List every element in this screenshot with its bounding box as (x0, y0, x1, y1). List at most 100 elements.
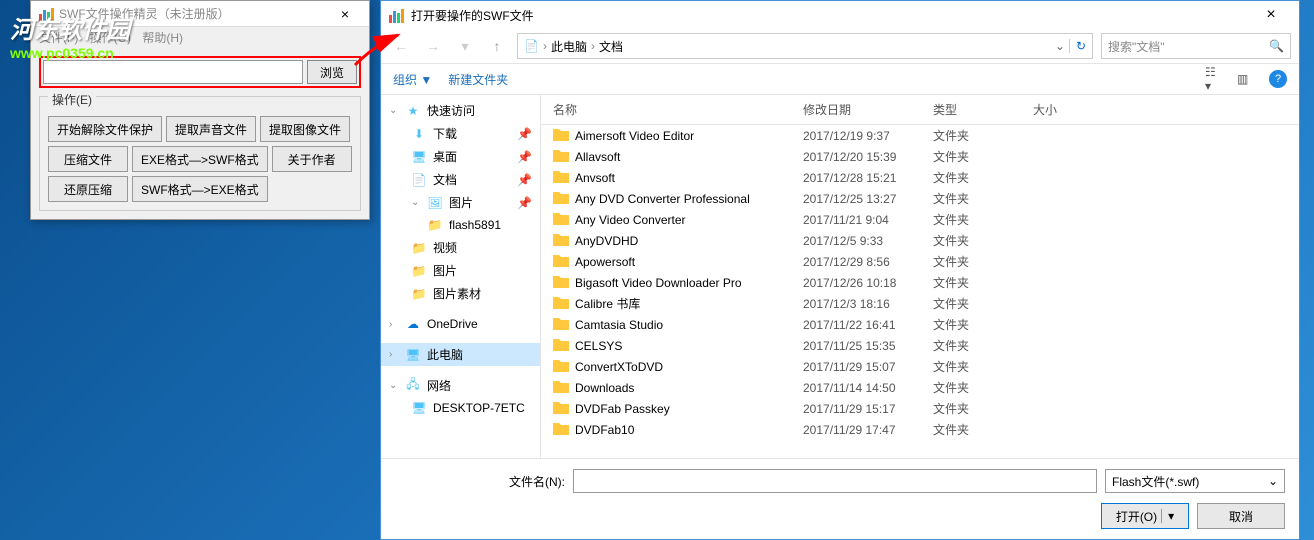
folder-icon (553, 253, 569, 270)
list-item[interactable]: Downloads2017/11/14 14:50文件夹 (541, 377, 1299, 398)
dialog-toolbar: 组织 ▼ 新建文件夹 ☷ ▾ ▥ ? (381, 64, 1299, 95)
search-placeholder: 搜索"文档" (1108, 38, 1165, 55)
tree-pictures[interactable]: ⌄🖼图片📌 (381, 191, 540, 214)
file-open-dialog: 打开要操作的SWF文件 × ← → ▾ ↑ 📄 › 此电脑 › 文档 ⌄ ↻ 搜… (380, 0, 1300, 540)
restore-compress-button[interactable]: 还原压缩 (48, 176, 128, 202)
folder-icon (553, 316, 569, 333)
list-item[interactable]: DVDFab Passkey2017/11/29 15:17文件夹 (541, 398, 1299, 419)
folder-icon (553, 169, 569, 186)
list-item[interactable]: ConvertXToDVD2017/11/29 15:07文件夹 (541, 356, 1299, 377)
dialog-close-button[interactable]: × (1251, 6, 1291, 24)
dialog-footer: 文件名(N): Flash文件(*.swf)⌄ 打开(O)▾ 取消 (381, 458, 1299, 539)
list-item[interactable]: DVDFab102017/11/29 17:47文件夹 (541, 419, 1299, 440)
search-box[interactable]: 搜索"文档" 🔍 (1101, 33, 1291, 59)
breadcrumb-dropdown[interactable]: ⌄ (1055, 39, 1065, 53)
header-size[interactable]: 大小 (1021, 101, 1101, 118)
list-item[interactable]: Anvsoft2017/12/28 15:21文件夹 (541, 167, 1299, 188)
file-list: 名称 修改日期 类型 大小 Aimersoft Video Editor2017… (541, 95, 1299, 458)
header-date[interactable]: 修改日期 (791, 101, 921, 118)
folder-icon (553, 421, 569, 438)
file-path-input[interactable] (43, 60, 303, 84)
tree-thispc[interactable]: ›🖥此电脑 (381, 343, 540, 366)
tree-onedrive[interactable]: ›☁OneDrive (381, 313, 540, 335)
header-type[interactable]: 类型 (921, 101, 1021, 118)
refresh-button[interactable]: ↻ (1069, 39, 1086, 53)
list-item[interactable]: Aimersoft Video Editor2017/12/19 9:37文件夹 (541, 125, 1299, 146)
folder-icon (553, 358, 569, 375)
breadcrumb-sep: › (543, 39, 547, 53)
compress-button[interactable]: 压缩文件 (48, 146, 128, 172)
organize-menu[interactable]: 组织 ▼ (393, 71, 432, 88)
dialog-body: ⌄★快速访问 ⬇下载📌 🖥桌面📌 📄文档📌 ⌄🖼图片📌 📁flash5891 📁… (381, 95, 1299, 458)
folder-icon (553, 274, 569, 291)
folder-icon (553, 190, 569, 207)
filetype-select[interactable]: Flash文件(*.swf)⌄ (1105, 469, 1285, 493)
swf-to-exe-button[interactable]: SWF格式—>EXE格式 (132, 176, 268, 202)
list-item[interactable]: Bigasoft Video Downloader Pro2017/12/26 … (541, 272, 1299, 293)
list-item[interactable]: AnyDVDHD2017/12/5 9:33文件夹 (541, 230, 1299, 251)
nav-recent-button[interactable]: ▾ (453, 34, 477, 58)
nav-sidebar: ⌄★快速访问 ⬇下载📌 🖥桌面📌 📄文档📌 ⌄🖼图片📌 📁flash5891 📁… (381, 95, 541, 458)
watermark: 河东软件园 www.pc0359.cn (10, 10, 130, 61)
open-button[interactable]: 打开(O)▾ (1101, 503, 1189, 529)
watermark-url: www.pc0359.cn (10, 45, 130, 61)
nav-up-button[interactable]: ↑ (485, 34, 509, 58)
breadcrumb-thispc[interactable]: 此电脑 (551, 38, 587, 55)
tree-flash-folder[interactable]: 📁flash5891 (381, 214, 540, 236)
cancel-button[interactable]: 取消 (1197, 503, 1285, 529)
folder-icon (553, 379, 569, 396)
list-item[interactable]: Any Video Converter2017/11/21 9:04文件夹 (541, 209, 1299, 230)
extract-image-button[interactable]: 提取图像文件 (260, 116, 350, 142)
tree-pc-name[interactable]: 🖥DESKTOP-7ETC (381, 397, 540, 419)
extract-sound-button[interactable]: 提取声音文件 (166, 116, 256, 142)
tree-network[interactable]: ⌄🖧网络 (381, 374, 540, 397)
preview-pane-button[interactable]: ▥ (1237, 71, 1257, 87)
folder-icon (553, 127, 569, 144)
list-item[interactable]: Apowersoft2017/12/29 8:56文件夹 (541, 251, 1299, 272)
breadcrumb[interactable]: 📄 › 此电脑 › 文档 ⌄ ↻ (517, 33, 1093, 59)
main-body: 浏览 操作(E) 开始解除文件保护 提取声音文件 提取图像文件 压缩文件 EXE… (31, 48, 369, 219)
folder-icon (553, 337, 569, 354)
breadcrumb-sep: › (591, 39, 595, 53)
tree-pictures2[interactable]: 📁图片 (381, 259, 540, 282)
watermark-logo: 河东软件园 (10, 10, 130, 45)
help-button[interactable]: ? (1269, 70, 1287, 88)
folder-icon (553, 295, 569, 312)
folder-icon (553, 232, 569, 249)
tree-desktop[interactable]: 🖥桌面📌 (381, 145, 540, 168)
list-item[interactable]: CELSYS2017/11/25 15:35文件夹 (541, 335, 1299, 356)
tree-documents[interactable]: 📄文档📌 (381, 168, 540, 191)
menu-help[interactable]: 帮助(H) (142, 31, 183, 45)
tree-quick-access[interactable]: ⌄★快速访问 (381, 99, 540, 122)
dialog-titlebar[interactable]: 打开要操作的SWF文件 × (381, 1, 1299, 29)
search-icon: 🔍 (1269, 39, 1284, 53)
folder-icon (553, 148, 569, 165)
dialog-nav: ← → ▾ ↑ 📄 › 此电脑 › 文档 ⌄ ↻ 搜索"文档" 🔍 (381, 29, 1299, 64)
header-name[interactable]: 名称 (541, 101, 791, 118)
operations-label: 操作(E) (48, 91, 96, 108)
operations-group: 操作(E) 开始解除文件保护 提取声音文件 提取图像文件 压缩文件 EXE格式—… (39, 96, 361, 211)
dialog-title: 打开要操作的SWF文件 (411, 7, 1251, 24)
filename-label: 文件名(N): (395, 473, 565, 490)
nav-forward-button[interactable]: → (421, 34, 445, 58)
list-item[interactable]: Camtasia Studio2017/11/22 16:41文件夹 (541, 314, 1299, 335)
about-button[interactable]: 关于作者 (272, 146, 352, 172)
main-close-button[interactable]: × (329, 6, 361, 22)
annotation-arrow (350, 30, 410, 70)
breadcrumb-doc-icon: 📄 (524, 39, 539, 53)
filename-input[interactable] (573, 469, 1097, 493)
remove-protection-button[interactable]: 开始解除文件保护 (48, 116, 162, 142)
exe-to-swf-button[interactable]: EXE格式—>SWF格式 (132, 146, 268, 172)
tree-video[interactable]: 📁视频 (381, 236, 540, 259)
tree-pic-assets[interactable]: 📁图片素材 (381, 282, 540, 305)
list-item[interactable]: Allavsoft2017/12/20 15:39文件夹 (541, 146, 1299, 167)
dialog-icon (389, 7, 405, 23)
folder-icon (553, 400, 569, 417)
new-folder-button[interactable]: 新建文件夹 (448, 71, 508, 88)
tree-downloads[interactable]: ⬇下载📌 (381, 122, 540, 145)
view-mode-button[interactable]: ☷ ▾ (1205, 71, 1225, 87)
list-item[interactable]: Any DVD Converter Professional2017/12/25… (541, 188, 1299, 209)
list-header: 名称 修改日期 类型 大小 (541, 95, 1299, 125)
breadcrumb-documents[interactable]: 文档 (599, 38, 623, 55)
list-item[interactable]: Calibre 书库2017/12/3 18:16文件夹 (541, 293, 1299, 314)
